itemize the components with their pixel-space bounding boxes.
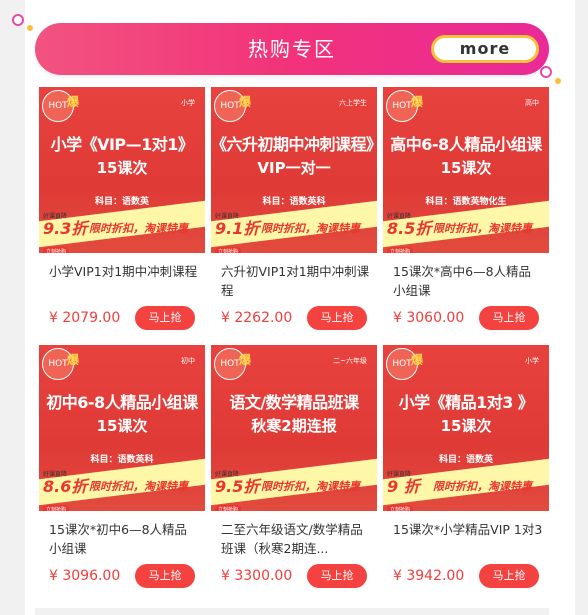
image-headline: 小学《精品1对3 》 (398, 393, 534, 412)
buy-now-button[interactable]: 马上抢 (135, 564, 195, 588)
decor-dot (555, 78, 561, 84)
hot-tag: 爆 (67, 95, 80, 109)
discount-button: 立刻抢购 (387, 247, 414, 253)
promo-slogan: 限时折扣，淘课特惠 (89, 222, 188, 235)
image-subheadline: 15课次 (440, 417, 492, 435)
image-subheadline: 15课次 (96, 159, 148, 177)
image-subheadline: 秋寒2期连报 (251, 417, 337, 435)
grade-label: 高中 (525, 99, 539, 107)
image-subheadline: 15课次 (96, 417, 148, 435)
product-price: ¥ 3096.00 (49, 568, 121, 584)
buy-now-button[interactable]: 马上抢 (135, 306, 195, 330)
promo-slogan: 限时折扣，淘课特惠 (89, 480, 188, 493)
product-name[interactable]: 六升初VIP1对1期中冲刺课程 (221, 262, 371, 300)
discount-button: 立刻抢购 (43, 247, 70, 253)
grade-label: 小学 (181, 99, 195, 107)
buy-now-button[interactable]: 马上抢 (307, 306, 367, 330)
product-image[interactable]: HOT 爆 高中 高中6-8人精品小组课 15课次 科目：语数英物化生 好课直降… (383, 87, 549, 253)
product-name[interactable]: 二至六年级语文/数学精品班课（秋寒2期连... (221, 520, 371, 558)
product-price: ¥ 3942.00 (393, 568, 465, 584)
product-image[interactable]: HOT 爆 六上学生 《六升初期中冲刺课程》 VIP一对一 科目：语数英科 好课… (211, 87, 377, 253)
image-headline: 初中6-8人精品小组课 (46, 393, 198, 412)
hot-tag: 爆 (411, 353, 424, 367)
product-image[interactable]: HOT 爆 小学 小学《精品1对3 》 15课次 科目：语数英 好课直降 9 折… (383, 345, 549, 511)
decor-dot (12, 14, 24, 26)
hot-tag: 爆 (411, 95, 424, 109)
buy-now-button[interactable]: 马上抢 (479, 306, 539, 330)
promo-slogan: 限时折扣，淘课特惠 (261, 480, 360, 493)
image-subheadline: VIP一对一 (257, 159, 331, 177)
grade-label: 小学 (525, 357, 539, 365)
hot-tag: 爆 (239, 353, 252, 367)
grade-label: 二~六年级 (333, 357, 367, 365)
hot-tag: 爆 (239, 95, 252, 109)
product-price: ¥ 3300.00 (221, 568, 293, 584)
product-name[interactable]: 15课次*小学精品VIP 1对3 (393, 520, 543, 558)
image-headline: 高中6-8人精品小组课 (390, 135, 542, 154)
product-name[interactable]: 15课次*高中6—8人精品小组课 (393, 262, 543, 300)
product-image[interactable]: HOT 爆 二~六年级 语文/数学精品班课 秋寒2期连报 好课直降 9.5折 立… (211, 345, 377, 511)
discount-button: 立刻抢购 (215, 505, 242, 511)
product-image[interactable]: HOT 爆 小学 小学《VIP—1对1》 15课次 科目：语数英 好课直降 9.… (39, 87, 205, 253)
image-headline: 小学《VIP—1对1》 (50, 135, 194, 154)
promo-slogan: 限时折扣，淘课特惠 (261, 222, 360, 235)
section-divider (35, 608, 549, 615)
discount-button: 立刻抢购 (215, 247, 242, 253)
product-price: ¥ 3060.00 (393, 310, 465, 326)
discount-button: 立刻抢购 (387, 505, 414, 511)
decor-dot (27, 25, 33, 31)
image-headline: 《六升初期中冲刺课程》 (211, 135, 377, 154)
product-name[interactable]: 15课次*初中6—8人精品小组课 (49, 520, 199, 558)
buy-now-button[interactable]: 马上抢 (307, 564, 367, 588)
product-price: ¥ 2079.00 (49, 310, 121, 326)
product-name[interactable]: 小学VIP1对1期中冲刺课程 (49, 262, 199, 300)
promo-slogan: 限时折扣，淘课特惠 (433, 480, 532, 493)
hot-tag: 爆 (67, 353, 80, 367)
buy-now-button[interactable]: 马上抢 (479, 564, 539, 588)
promo-slogan: 限时折扣，淘课特惠 (433, 222, 532, 235)
product-image[interactable]: HOT 爆 初中 初中6-8人精品小组课 15课次 科目：语数英科 好课直降 8… (39, 345, 205, 511)
image-headline: 语文/数学精品班课 (229, 393, 359, 412)
image-subheadline: 15课次 (440, 159, 492, 177)
product-price: ¥ 2262.00 (221, 310, 293, 326)
discount-button: 立刻抢购 (43, 505, 70, 511)
grade-label: 六上学生 (339, 99, 367, 107)
section-banner: 热购专区 more (35, 23, 549, 75)
grade-label: 初中 (181, 357, 195, 365)
more-button[interactable]: more (431, 35, 539, 63)
